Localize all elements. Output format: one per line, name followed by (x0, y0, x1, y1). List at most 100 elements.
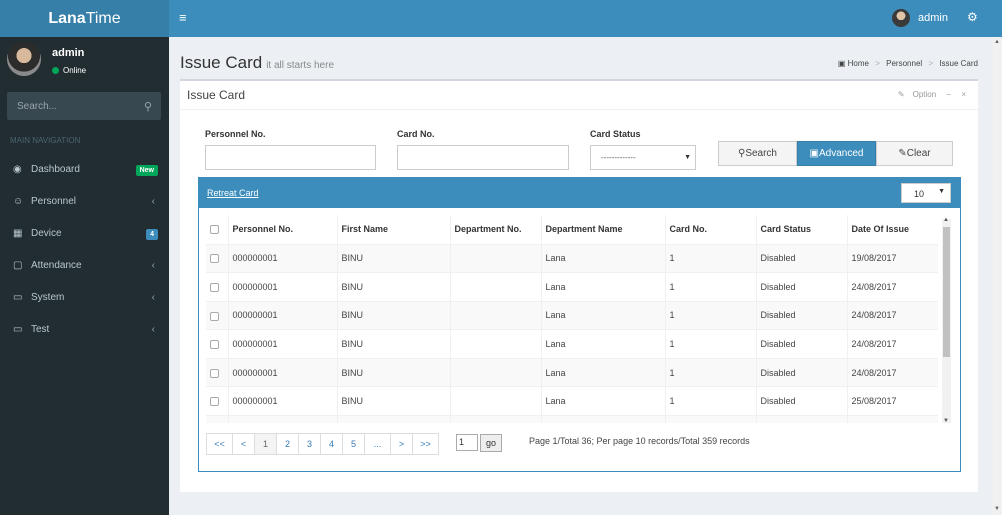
row-checkbox[interactable] (210, 254, 219, 264)
device-icon: ▦ (13, 228, 23, 239)
sidebar-item-personnel[interactable]: ☺ Personnel ‹ (0, 186, 169, 218)
go-button[interactable]: go (480, 434, 502, 452)
page-button[interactable]: 5 (342, 433, 365, 455)
table-cell: 24/08/2017 (846, 300, 938, 330)
scrollbar-thumb[interactable] (943, 227, 950, 357)
table-cell: Disabled (755, 243, 847, 273)
table-row[interactable]: 000000001 BINU Lana 1 Disabled 24/08/2017 (206, 300, 938, 330)
table-cell: Disabled (755, 300, 847, 330)
issue-card-box: Issue Card ✎ Option − × Personnel No. Car… (180, 79, 978, 492)
chevron-left-icon: ‹ (151, 260, 155, 271)
table-cell: BINU (336, 357, 450, 387)
users-icon: ☺ (13, 196, 24, 207)
sidebar-item-test[interactable]: ▭ Test ‹ (0, 314, 169, 346)
table-row[interactable]: 000000001 BINU Lana 1 Disabled 24/08/2017 (206, 329, 938, 359)
table-cell (449, 357, 541, 387)
table-cell: Lana (540, 357, 665, 387)
column-header[interactable]: First Name (336, 215, 450, 245)
sidebar-item-dashboard[interactable]: ◉ Dashboard New (0, 154, 169, 186)
column-header[interactable]: Card Status (755, 215, 847, 245)
page-button[interactable]: > (390, 433, 413, 455)
table-cell: Disabled (755, 329, 847, 359)
table-cell: 1 (664, 300, 756, 330)
select-all-checkbox[interactable] (210, 225, 219, 235)
scroll-down-icon: ▼ (994, 506, 1000, 512)
option-button[interactable]: ✎ Option (890, 90, 936, 99)
table-row[interactable]: 000000001BINU Lana1Disabled25/08/2017 (206, 386, 938, 416)
window-scrollbar[interactable]: ▲ ▼ (993, 37, 1002, 515)
page-button[interactable]: 1 (254, 433, 277, 455)
personnel-no-input[interactable] (205, 145, 376, 170)
card-no-label: Card No. (397, 129, 435, 139)
card-status-select[interactable]: ------------- ▼ (590, 145, 696, 170)
sidebar-search: ⚲ (7, 92, 161, 120)
sidebar-item-label: Dashboard (31, 164, 80, 175)
menu-toggle-icon[interactable]: ≡ (179, 11, 187, 24)
table-row[interactable]: 000000001 BINU Lana 1 Disabled 24/08/2017 (206, 357, 938, 387)
app-logo[interactable]: LanaTime (0, 0, 169, 37)
page-button[interactable]: < (232, 433, 255, 455)
settings-gear-icon[interactable]: ⚙ (967, 10, 978, 24)
row-select-cell (206, 357, 228, 387)
table-cell: BINU (336, 300, 450, 330)
page-button[interactable]: ... (364, 433, 391, 455)
search-icon[interactable]: ⚲ (144, 100, 152, 113)
dashboard-icon: ◉ (13, 164, 22, 175)
table-cell: 000000001 (227, 329, 337, 359)
page-size-select[interactable]: 10 ▼ (901, 183, 951, 203)
breadcrumb-home[interactable]: Home (848, 59, 869, 68)
calendar-icon: ▢ (13, 260, 23, 271)
page-button[interactable]: << (206, 433, 233, 455)
column-header[interactable]: Date Of Issue (846, 215, 938, 245)
row-checkbox[interactable] (210, 340, 219, 350)
row-checkbox[interactable] (210, 282, 219, 292)
breadcrumb-personnel[interactable]: Personnel (886, 59, 922, 68)
table-cell: 1 (664, 272, 756, 302)
page-button[interactable]: 3 (298, 433, 321, 455)
page-button[interactable]: >> (412, 433, 439, 455)
page-button[interactable]: 4 (320, 433, 343, 455)
table-cell (449, 243, 541, 273)
content-wrapper: Issue Card it all starts here ▣ Home > Pe… (169, 37, 1002, 515)
breadcrumb: ▣ Home > Personnel > Issue Card (837, 59, 978, 68)
collapse-button[interactable]: − (946, 90, 951, 99)
laptop-icon: ▭ (13, 292, 23, 303)
table-cell (449, 300, 541, 330)
topbar-avatar[interactable] (892, 9, 910, 27)
column-header[interactable]: Department No. (449, 215, 541, 245)
advanced-button[interactable]: ▣Advanced (797, 141, 876, 166)
table-row[interactable]: 000000001BINU Lana1Disabled25/08/2017 (206, 415, 938, 423)
row-checkbox[interactable] (210, 368, 219, 378)
clear-button[interactable]: ✎Clear (876, 141, 953, 166)
table-cell: Lana (540, 386, 665, 416)
sidebar-item-system[interactable]: ▭ System ‹ (0, 282, 169, 314)
row-checkbox[interactable] (210, 397, 219, 407)
column-header[interactable]: Card No. (664, 215, 756, 245)
search-button[interactable]: ⚲Search (718, 141, 797, 166)
table-cell: 000000001 (227, 243, 337, 273)
table-cell: 24/08/2017 (846, 357, 938, 387)
wrench-icon: ✎ (897, 90, 905, 99)
table-cell: BINU (336, 415, 450, 423)
card-no-input[interactable] (397, 145, 569, 170)
goto-page-input[interactable]: 1 (456, 434, 478, 451)
row-select-cell (206, 243, 228, 273)
table-cell: Disabled (755, 357, 847, 387)
box-divider (180, 109, 978, 110)
table-cell: 1 (664, 243, 756, 273)
page-button[interactable]: 2 (276, 433, 299, 455)
column-header[interactable]: Personnel No. (227, 215, 337, 245)
row-checkbox[interactable] (210, 311, 219, 321)
sidebar-item-device[interactable]: ▦ Device 4 (0, 218, 169, 250)
retreat-card-link[interactable]: Retreat Card (207, 188, 259, 198)
table-cell: Disabled (755, 415, 847, 423)
close-button[interactable]: × (961, 90, 966, 99)
topbar-user-name[interactable]: admin (918, 12, 948, 24)
column-header[interactable]: Department Name (540, 215, 665, 245)
table-row[interactable]: 000000001 BINU Lana 1 Disabled 24/08/2017 (206, 272, 938, 302)
sidebar-search-input[interactable] (7, 92, 132, 120)
table-scrollbar[interactable]: ▲ ▼ (942, 217, 951, 423)
chevron-down-icon: ▼ (938, 188, 945, 195)
table-row[interactable]: 000000001 BINU Lana 1 Disabled 19/08/2017 (206, 243, 938, 273)
sidebar-item-attendance[interactable]: ▢ Attendance ‹ (0, 250, 169, 282)
